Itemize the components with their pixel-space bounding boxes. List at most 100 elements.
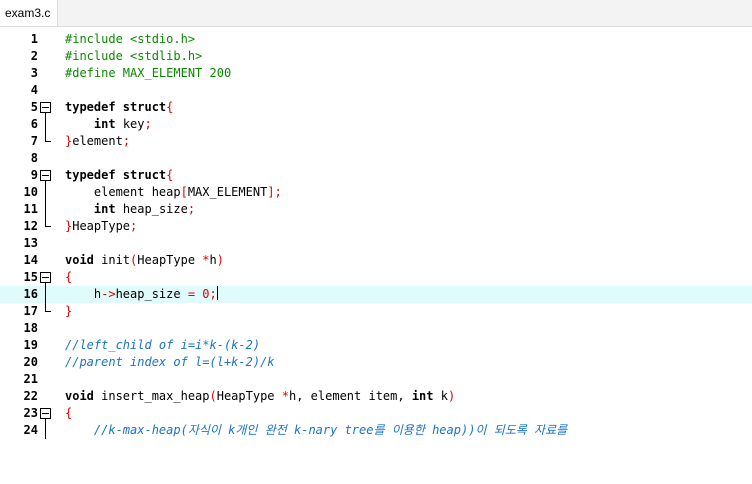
code-line[interactable]: 9 typedef struct{ xyxy=(0,167,752,184)
code-token: void xyxy=(65,389,94,403)
code-token: * xyxy=(202,253,210,267)
code-text[interactable]: //k-max-heap(자식이 k개인 완전 k-nary tree를 이용한… xyxy=(65,422,567,439)
code-token: -> xyxy=(101,287,116,301)
line-number: 2 xyxy=(30,49,38,63)
code-line[interactable]: 8 xyxy=(0,150,752,167)
code-line[interactable]: 22 void insert_max_heap(HeapType *h, elem… xyxy=(0,388,752,405)
code-line[interactable]: 15 { xyxy=(0,269,752,286)
code-line[interactable]: 1 #include <stdio.h> xyxy=(0,31,752,48)
line-number: 19 xyxy=(23,338,38,352)
code-line[interactable]: 3 #define MAX_ELEMENT 200 xyxy=(0,65,752,82)
fold-guide-line xyxy=(39,184,53,201)
code-line[interactable]: 10 element heap[MAX_ELEMENT]; xyxy=(0,184,752,201)
code-token: ; xyxy=(122,134,131,148)
fold-guide-line xyxy=(39,201,53,218)
code-token: element heap xyxy=(65,185,181,199)
code-line[interactable]: 16 h->heap_size = 0; xyxy=(0,286,752,303)
code-token: //k-max-heap(자식이 k개인 완전 k-nary tree를 이용한… xyxy=(65,423,568,437)
fold-collapse-icon[interactable] xyxy=(39,167,53,184)
fold-guide-line xyxy=(39,422,53,439)
line-number: 14 xyxy=(23,253,38,267)
code-token: key xyxy=(115,117,145,131)
code-text[interactable]: { xyxy=(65,405,72,422)
line-number: 5 xyxy=(30,100,38,114)
code-line[interactable]: 5 typedef struct{ xyxy=(0,99,752,116)
code-token: ; xyxy=(144,117,152,131)
fold-gutter xyxy=(39,48,53,65)
code-text[interactable]: typedef struct{ xyxy=(65,99,173,116)
tab-exam3-c[interactable]: exam3.c xyxy=(0,0,58,26)
code-token: = xyxy=(187,287,196,301)
code-token: int xyxy=(93,202,116,216)
fold-collapse-icon[interactable] xyxy=(39,405,53,422)
code-text[interactable]: } xyxy=(65,303,72,320)
line-number: 18 xyxy=(23,321,38,335)
code-text[interactable]: int key; xyxy=(65,116,152,133)
line-number: 13 xyxy=(23,236,38,250)
code-token: ) xyxy=(216,253,224,267)
code-line[interactable]: 14 void init(HeapType *h) xyxy=(0,252,752,269)
code-text[interactable]: element heap[MAX_ELEMENT]; xyxy=(65,184,282,201)
fold-collapse-icon[interactable] xyxy=(39,269,53,286)
code-token: ; xyxy=(187,202,196,216)
code-text[interactable]: #include <stdio.h> xyxy=(65,31,195,48)
fold-gutter xyxy=(39,31,53,48)
fold-gutter xyxy=(39,252,53,269)
tab-bar: exam3.c xyxy=(0,0,752,27)
code-token: { xyxy=(65,270,73,284)
code-token: #define MAX_ELEMENT 200 xyxy=(65,66,232,80)
code-token: init xyxy=(93,253,131,267)
line-number: 23 xyxy=(23,406,38,420)
fold-guide-line xyxy=(39,286,53,303)
code-text[interactable]: }HeapType; xyxy=(65,218,137,235)
code-line[interactable]: 11 int heap_size; xyxy=(0,201,752,218)
code-token: ; xyxy=(274,185,282,199)
line-number: 10 xyxy=(23,185,38,199)
line-number: 9 xyxy=(30,168,38,182)
code-text[interactable]: #include <stdlib.h> xyxy=(65,48,202,65)
code-line[interactable]: 7}element; xyxy=(0,133,752,150)
code-text[interactable]: { xyxy=(65,269,72,286)
code-line[interactable]: 24 //k-max-heap(자식이 k개인 완전 k-nary tree를 … xyxy=(0,422,752,439)
code-text[interactable]: //left_child of i=i*k-(k-2) xyxy=(65,337,260,354)
code-line[interactable]: 12}HeapType; xyxy=(0,218,752,235)
code-text[interactable]: h->heap_size = 0; xyxy=(65,286,218,303)
code-editor[interactable]: 1 #include <stdio.h> 2 #include <stdlib.h> 3… xyxy=(0,27,752,484)
fold-end-marker xyxy=(39,218,53,235)
code-text[interactable]: }element; xyxy=(65,133,130,150)
code-text[interactable]: #define MAX_ELEMENT 200 xyxy=(65,65,231,82)
code-text[interactable]: typedef struct{ xyxy=(65,167,173,184)
fold-gutter xyxy=(39,82,53,99)
fold-collapse-icon[interactable] xyxy=(39,99,53,116)
code-token: HeapType xyxy=(216,389,282,403)
code-line[interactable]: 18 xyxy=(0,320,752,337)
fold-gutter xyxy=(39,235,53,252)
code-text[interactable]: void insert_max_heap(HeapType *h, elemen… xyxy=(65,388,455,405)
code-token: 0 xyxy=(202,287,210,301)
code-token: typedef struct xyxy=(65,100,167,114)
code-line[interactable]: 17} xyxy=(0,303,752,320)
code-token: MAX_ELEMENT xyxy=(187,185,268,199)
code-token: void xyxy=(65,253,94,267)
code-token: { xyxy=(65,406,73,420)
code-line[interactable]: 6 int key; xyxy=(0,116,752,133)
line-number: 17 xyxy=(23,304,38,318)
code-text[interactable]: //parent index of l=(l+k-2)/k xyxy=(65,354,275,371)
code-token: typedef struct xyxy=(65,168,167,182)
code-line[interactable]: 2 #include <stdlib.h> xyxy=(0,48,752,65)
code-line[interactable]: 21 xyxy=(0,371,752,388)
code-line[interactable]: 20 //parent index of l=(l+k-2)/k xyxy=(0,354,752,371)
code-token: { xyxy=(166,100,174,114)
code-line[interactable]: 19 //left_child of i=i*k-(k-2) xyxy=(0,337,752,354)
code-text[interactable]: int heap_size; xyxy=(65,201,195,218)
fold-gutter xyxy=(39,337,53,354)
code-line[interactable]: 23 { xyxy=(0,405,752,422)
code-token: h xyxy=(209,253,217,267)
code-text[interactable]: void init(HeapType *h) xyxy=(65,252,224,269)
code-line[interactable]: 4 xyxy=(0,82,752,99)
code-line[interactable]: 13 xyxy=(0,235,752,252)
line-number: 22 xyxy=(23,389,38,403)
fold-gutter xyxy=(39,320,53,337)
code-token: [ xyxy=(180,185,188,199)
